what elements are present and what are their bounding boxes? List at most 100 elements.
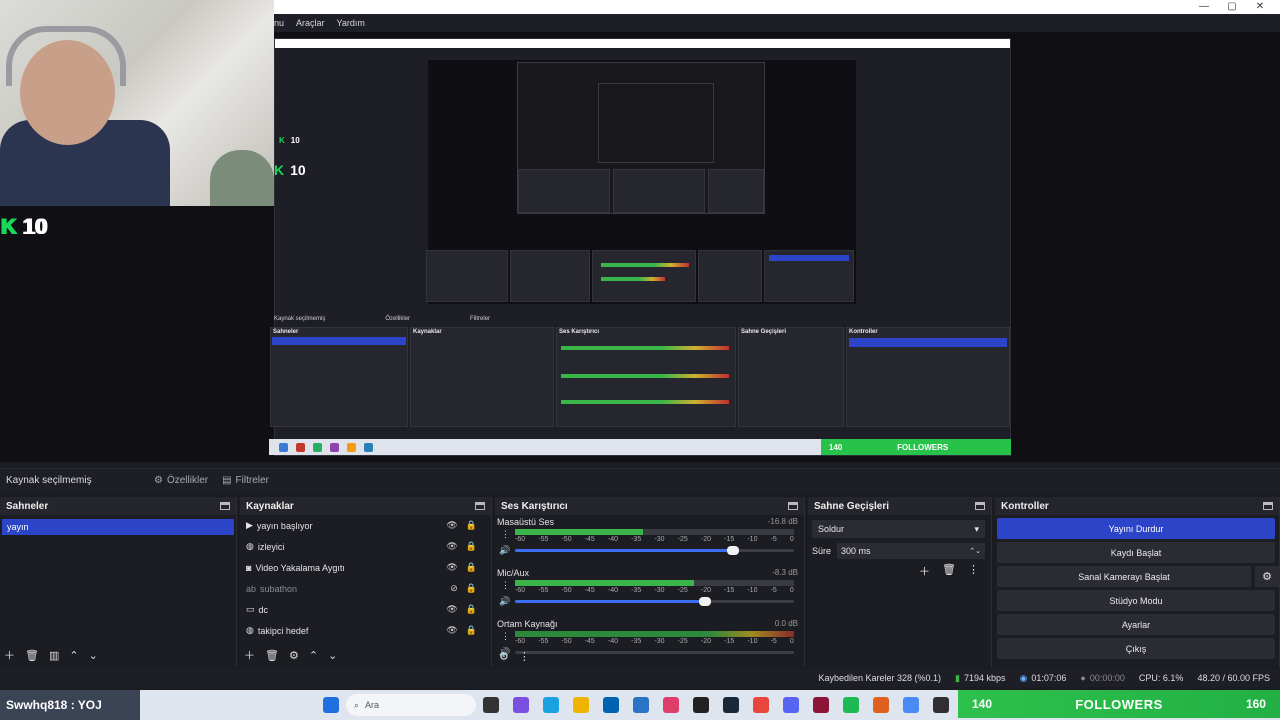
windows-start-icon[interactable] [323,697,339,713]
spinner-icon[interactable]: ⌃⌄ [969,547,981,555]
add-icon[interactable]: ＋ [919,563,930,579]
source-item[interactable]: ◙ Video Yakalama Aygıtı 👁 🔒 [240,557,491,578]
menu-item-help[interactable]: Yardım [337,18,365,28]
chrome-icon[interactable] [753,697,769,713]
eye-hidden-icon[interactable]: ⊘ [450,583,458,594]
transition-select[interactable]: Soldur ▾ [812,520,985,538]
nested-preview [426,60,856,304]
speaker-icon[interactable]: 🔊 [499,545,510,556]
eye-icon[interactable]: 👁 [446,520,457,531]
search-box[interactable]: ⌕ Ara [346,694,476,716]
undock-icon[interactable] [975,502,985,510]
volume-slider[interactable] [515,651,794,654]
volume-slider[interactable] [515,597,794,606]
app-icon[interactable] [873,697,889,713]
arrow-down-icon[interactable]: ⌄ [328,649,337,662]
speaker-icon[interactable]: 🔊 [499,596,510,607]
scale-tick: -30 [654,587,665,594]
scale-tick: -45 [584,536,595,543]
store-icon[interactable] [603,697,619,713]
scale-tick: -10 [747,638,758,645]
lock-icon[interactable]: 🔒 [466,520,477,531]
duration-input[interactable]: 300 ms ⌃⌄ [837,543,985,559]
source-toolbar: Kaynak seçilmemiş ⚙ Özellikler ▤ Filtreler [0,468,1280,492]
valorant-icon[interactable] [813,697,829,713]
gear-icon[interactable]: ⚙ [1255,566,1279,587]
source-item[interactable]: ◍ takipci hedef 👁 🔒 [240,620,491,641]
slider-knob[interactable] [698,597,711,606]
more-icon[interactable]: ⋮ [519,650,530,663]
trash-icon[interactable]: 🗑 [942,563,956,579]
volume-slider[interactable] [515,546,794,555]
properties-button[interactable]: ⚙ Özellikler [154,475,208,486]
arrow-down-icon[interactable]: ⌄ [89,649,98,662]
outlook-icon[interactable] [633,697,649,713]
more-icon[interactable]: ⋮ [501,631,510,642]
start-virtual-camera-button[interactable]: Sanal Kamerayı Başlat [997,566,1251,587]
more-icon[interactable]: ⋮ [968,563,979,579]
counter-value: 10 [21,214,47,239]
folder-icon[interactable] [573,697,589,713]
live-icon: ◉ [1019,672,1028,683]
arrow-up-icon[interactable]: ⌃ [69,649,78,662]
source-item[interactable]: ▭ dc 👁 🔒 [240,599,491,620]
source-item[interactable]: ab subathon ⊘ 🔒 [240,578,491,599]
webcam-feed [0,0,274,206]
lock-icon[interactable]: 🔒 [466,562,477,573]
lock-icon[interactable]: 🔒 [466,625,477,636]
volume-meter [515,529,794,535]
followers-count: 140 [972,697,993,711]
eye-icon[interactable]: 👁 [446,541,457,552]
settings-button[interactable]: Ayarlar [997,614,1275,635]
gear-icon[interactable]: ⚙ [289,649,299,662]
close-button[interactable]: ✕ [1250,1,1270,12]
add-icon[interactable]: ＋ [244,647,255,663]
edge-icon[interactable] [543,697,559,713]
studio-mode-button[interactable]: Stüdyo Modu [997,590,1275,611]
filter-icon[interactable]: ▥ [49,649,59,662]
source-item[interactable]: ▶ yayın başlıyor 👁 🔒 [240,515,491,536]
obs-icon[interactable] [933,697,949,713]
arrow-up-icon[interactable]: ⌃ [309,649,318,662]
search-icon: ⌕ [354,699,360,710]
minimize-button[interactable]: — [1194,1,1214,12]
lock-icon[interactable]: 🔒 [466,604,477,615]
exit-button[interactable]: Çıkış [997,638,1275,659]
fps: 48.20 / 60.00 FPS [1197,673,1270,683]
trash-icon[interactable]: 🗑 [265,649,279,662]
source-item[interactable]: ◍ izleyici 👁 🔒 [240,536,491,557]
gear-icon[interactable]: ⚙ [499,650,509,663]
steam-icon[interactable] [723,697,739,713]
filters-button[interactable]: ▤ Filtreler [222,475,269,486]
start-recording-button[interactable]: Kaydı Başlat [997,542,1275,563]
more-icon[interactable]: ⋮ [501,529,510,540]
eye-icon[interactable]: 👁 [446,562,457,573]
menu-item-file[interactable]: nu [274,18,284,28]
chrome-profile-icon[interactable] [903,697,919,713]
menu-item-tools[interactable]: Araçlar [296,18,325,28]
trash-icon[interactable]: 🗑 [25,649,39,662]
undock-icon[interactable] [475,502,485,510]
spotify-icon[interactable] [843,697,859,713]
lock-icon[interactable]: 🔒 [466,541,477,552]
undock-icon[interactable] [788,502,798,510]
copilot-icon[interactable] [513,697,529,713]
epic-games-icon[interactable] [693,697,709,713]
scene-item[interactable]: yayın [2,519,234,535]
eye-icon[interactable]: 👁 [446,604,457,615]
lock-icon[interactable]: 🔒 [466,583,477,594]
eye-icon[interactable]: 👁 [446,625,457,636]
discord-icon[interactable] [783,697,799,713]
more-icon[interactable]: ⋮ [501,580,510,591]
add-icon[interactable]: ＋ [4,647,15,663]
slider-knob[interactable] [726,546,739,555]
dock-title: Kaynaklar [246,500,294,512]
scale-tick: -20 [700,587,711,594]
undock-icon[interactable] [220,502,230,510]
maximize-button[interactable]: ▢ [1222,1,1242,12]
stop-stream-button[interactable]: Yayını Durdur [997,518,1275,539]
task-view-icon[interactable] [483,697,499,713]
opera-icon[interactable] [663,697,679,713]
browser-icon: ◍ [246,625,254,635]
undock-icon[interactable] [1263,502,1273,510]
